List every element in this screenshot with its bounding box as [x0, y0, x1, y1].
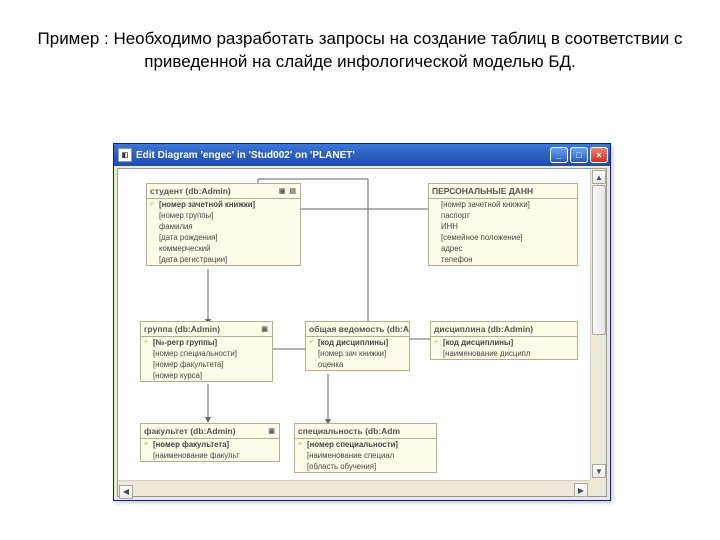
minimize-button[interactable]: _ — [550, 147, 568, 163]
field[interactable]: коммерческий — [147, 243, 300, 254]
entity-speciality[interactable]: специальность (db:Adm [номер специальнос… — [294, 423, 437, 473]
field[interactable]: [область обучения] — [295, 461, 436, 472]
field[interactable]: фамилия — [147, 221, 300, 232]
entity-vedomost[interactable]: общая ведомость (db:A [код дисциплины] [… — [305, 321, 410, 371]
scroll-down-button[interactable]: ▼ — [592, 464, 606, 478]
entity-header[interactable]: группа (db:Admin)▣ — [141, 322, 272, 337]
scroll-corner — [590, 480, 606, 496]
field[interactable]: [дата рождения] — [147, 232, 300, 243]
entity-toolbar-icons: ▣ — [268, 427, 276, 435]
field[interactable]: [номер специальности] — [141, 348, 272, 359]
entity-header[interactable]: общая ведомость (db:A — [306, 322, 409, 337]
scroll-up-button[interactable]: ▲ — [592, 170, 606, 184]
horizontal-scrollbar[interactable]: ◀ ▶ — [118, 480, 590, 496]
window-title: Edit Diagram 'engec' in 'Stud002' on 'PL… — [136, 150, 550, 161]
entity-fields: [код дисциплины] [наименование дисципл — [431, 337, 577, 359]
entity-toolbar-icons: ▣ — [261, 325, 269, 333]
field-pk[interactable]: [№-регр группы] — [141, 337, 272, 348]
scroll-thumb[interactable] — [592, 185, 606, 335]
field[interactable]: адрес — [429, 243, 577, 254]
field[interactable]: [номер зачетной книжки] — [429, 199, 577, 210]
slide-title: Пример : Необходимо разработать запросы … — [0, 0, 720, 84]
entity-fields: [№-регр группы] [номер специальности] [н… — [141, 337, 272, 381]
canvas-viewport: студент (db:Admin)▣ ▤ [номер зачетной кн… — [117, 168, 607, 497]
entity-header[interactable]: специальность (db:Adm — [295, 424, 436, 439]
field-pk[interactable]: [номер специальности] — [295, 439, 436, 450]
field[interactable]: [наименование факульт — [141, 450, 279, 461]
entity-fields: [номер зачетной книжки] [номер группы] ф… — [147, 199, 300, 265]
window-controls: _ □ × — [550, 147, 608, 163]
field[interactable]: [номер курса] — [141, 370, 272, 381]
entity-personal[interactable]: ПЕРСОНАЛЬНЫЕ ДАНН [номер зачетной книжки… — [428, 183, 578, 266]
diagram-editor-window: ◧ Edit Diagram 'engec' in 'Stud002' on '… — [113, 143, 611, 501]
field-pk[interactable]: [код дисциплины] — [306, 337, 409, 348]
field[interactable]: [номер факультета] — [141, 359, 272, 370]
field-pk[interactable]: [код дисциплины] — [431, 337, 577, 348]
window-titlebar[interactable]: ◧ Edit Diagram 'engec' in 'Stud002' on '… — [114, 144, 610, 166]
app-icon: ◧ — [118, 148, 132, 162]
maximize-button[interactable]: □ — [570, 147, 588, 163]
field[interactable]: [семейное положение] — [429, 232, 577, 243]
er-diagram-canvas[interactable]: студент (db:Admin)▣ ▤ [номер зачетной кн… — [118, 169, 590, 480]
entity-header[interactable]: факультет (db:Admin)▣ — [141, 424, 279, 439]
entity-header[interactable]: дисциплина (db:Admin) — [431, 322, 577, 337]
field[interactable]: телефон — [429, 254, 577, 265]
field[interactable]: [номер зач книжки] — [306, 348, 409, 359]
field[interactable]: паспорт — [429, 210, 577, 221]
entity-fields: [номер специальности] [наименование спец… — [295, 439, 436, 472]
field[interactable]: [дата регистрации] — [147, 254, 300, 265]
entity-header[interactable]: студент (db:Admin)▣ ▤ — [147, 184, 300, 199]
entity-faculty[interactable]: факультет (db:Admin)▣ [номер факультета]… — [140, 423, 280, 462]
entity-fields: [номер факультета] [наименование факульт — [141, 439, 279, 461]
entity-student[interactable]: студент (db:Admin)▣ ▤ [номер зачетной кн… — [146, 183, 301, 266]
entity-fields: [номер зачетной книжки] паспорт ИНН [сем… — [429, 199, 577, 265]
field[interactable]: [номер группы] — [147, 210, 300, 221]
field-pk[interactable]: [номер факультета] — [141, 439, 279, 450]
entity-group[interactable]: группа (db:Admin)▣ [№-регр группы] [номе… — [140, 321, 273, 382]
scroll-right-button[interactable]: ▶ — [574, 483, 588, 497]
field[interactable]: оценка — [306, 359, 409, 370]
field[interactable]: ИНН — [429, 221, 577, 232]
entity-discipline[interactable]: дисциплина (db:Admin) [код дисциплины] [… — [430, 321, 578, 360]
entity-fields: [код дисциплины] [номер зач книжки] оцен… — [306, 337, 409, 370]
field[interactable]: [наименование дисципл — [431, 348, 577, 359]
entity-header[interactable]: ПЕРСОНАЛЬНЫЕ ДАНН — [429, 184, 577, 199]
scroll-left-button[interactable]: ◀ — [119, 485, 133, 499]
vertical-scrollbar[interactable]: ▲ ▼ — [590, 169, 606, 480]
field-pk[interactable]: [номер зачетной книжки] — [147, 199, 300, 210]
field[interactable]: [наименование специал — [295, 450, 436, 461]
entity-toolbar-icons: ▣ ▤ — [279, 187, 297, 195]
close-button[interactable]: × — [590, 147, 608, 163]
